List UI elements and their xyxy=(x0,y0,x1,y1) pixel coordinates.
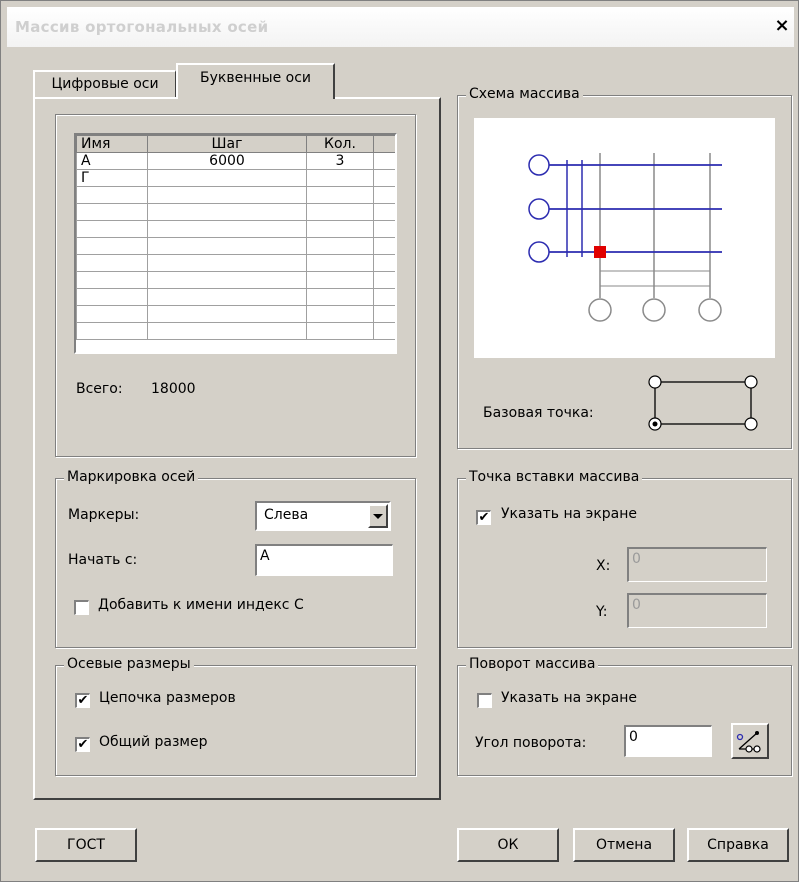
rotation-legend: Поворот массива xyxy=(466,656,599,672)
scheme-diagram xyxy=(528,153,722,322)
column-header-count[interactable]: Кол. xyxy=(306,135,374,153)
insert-on-screen-checkbox[interactable]: ✔ xyxy=(476,510,491,525)
y-input-value: 0 xyxy=(632,597,641,613)
tab-digit-axes[interactable]: Цифровые оси xyxy=(33,70,176,98)
table-row-empty[interactable] xyxy=(76,237,395,255)
cancel-label: Отмена xyxy=(595,837,653,853)
table-row-empty[interactable] xyxy=(76,305,395,323)
help-label: Справка xyxy=(707,837,769,853)
y-label: Y: xyxy=(596,604,608,620)
pick-angle-icon[interactable] xyxy=(731,723,769,759)
y-input[interactable]: 0 xyxy=(627,593,767,628)
close-icon[interactable]: × xyxy=(772,16,792,36)
x-label: X: xyxy=(596,558,611,574)
total-size-checkbox[interactable]: ✔ xyxy=(75,737,90,752)
cell-count[interactable]: 3 xyxy=(306,152,374,170)
column-header-step[interactable]: Шаг xyxy=(147,135,307,153)
base-point-label: Базовая точка: xyxy=(483,405,594,421)
gost-button[interactable]: ГОСТ xyxy=(35,828,137,862)
add-index-checkbox[interactable] xyxy=(74,600,89,615)
chain-label: Цепочка размеров xyxy=(99,690,236,706)
cell-step[interactable]: 6000 xyxy=(147,152,307,170)
tab-label: Буквенные оси xyxy=(200,70,311,86)
cancel-button[interactable]: Отмена xyxy=(573,828,675,862)
markers-label: Маркеры: xyxy=(68,507,140,523)
x-input-value: 0 xyxy=(632,551,641,567)
total-value: 18000 xyxy=(151,381,196,397)
base-point-selector[interactable] xyxy=(641,371,766,433)
table-row-empty[interactable] xyxy=(76,271,395,289)
tab-letter-axes[interactable]: Буквенные оси xyxy=(176,63,335,99)
table-row[interactable]: Г xyxy=(76,169,395,187)
start-label: Начать с: xyxy=(68,552,138,568)
chain-checkbox[interactable]: ✔ xyxy=(75,693,90,708)
cell-step[interactable] xyxy=(147,169,307,187)
total-label: Всего: xyxy=(76,381,123,397)
cell-name[interactable]: Г xyxy=(76,169,148,187)
table-row-empty[interactable] xyxy=(76,254,395,272)
table-row[interactable]: А 6000 3 xyxy=(76,152,395,170)
start-input[interactable]: А xyxy=(255,544,393,576)
window-title: Массив ортогональных осей xyxy=(15,18,269,36)
table-row-empty[interactable] xyxy=(76,220,395,238)
dropdown-arrow-icon[interactable] xyxy=(368,504,388,528)
marking-legend: Маркировка осей xyxy=(64,469,199,485)
insert-on-screen-label: Указать на экране xyxy=(501,506,638,522)
angle-input-value: 0 xyxy=(629,729,638,745)
ok-label: ОК xyxy=(497,837,519,853)
dialog-window: Массив ортогональных осей × Цифровые оси… xyxy=(0,0,799,882)
column-header-empty xyxy=(373,135,395,153)
table-row-empty[interactable] xyxy=(76,203,395,221)
title-bar: Массив ортогональных осей × xyxy=(7,7,794,47)
table-row-empty[interactable] xyxy=(76,186,395,204)
base-point-marker xyxy=(594,246,606,258)
axes-table[interactable]: Имя Шаг Кол. А 6000 3 Г xyxy=(74,133,397,354)
tab-label: Цифровые оси xyxy=(51,76,159,92)
start-input-value: А xyxy=(260,548,270,564)
angle-input[interactable]: 0 xyxy=(624,725,712,757)
add-index-label: Добавить к имени индекс С xyxy=(98,597,304,613)
dimensions-legend: Осевые размеры xyxy=(64,656,194,672)
help-button[interactable]: Справка xyxy=(687,828,789,862)
scheme-legend: Схема массива xyxy=(466,86,583,102)
markers-select[interactable]: Слева xyxy=(255,501,391,531)
column-header-name[interactable]: Имя xyxy=(76,135,148,153)
angle-label: Угол поворота: xyxy=(475,735,587,751)
x-input[interactable]: 0 xyxy=(627,547,767,582)
cell-count[interactable] xyxy=(306,169,374,187)
insert-point-legend: Точка вставки массива xyxy=(466,469,643,485)
total-size-label: Общий размер xyxy=(99,734,208,750)
table-row-empty[interactable] xyxy=(76,322,395,340)
rotation-on-screen-label: Указать на экране xyxy=(501,690,638,706)
ok-button[interactable]: ОК xyxy=(457,828,559,862)
rotation-on-screen-checkbox[interactable] xyxy=(477,693,492,708)
markers-select-value: Слева xyxy=(264,507,309,523)
dimensions-group: Осевые размеры xyxy=(55,656,416,776)
cell-name[interactable]: А xyxy=(76,152,148,170)
scheme-preview xyxy=(474,118,775,358)
gost-label: ГОСТ xyxy=(67,837,105,853)
table-row-empty[interactable] xyxy=(76,288,395,306)
